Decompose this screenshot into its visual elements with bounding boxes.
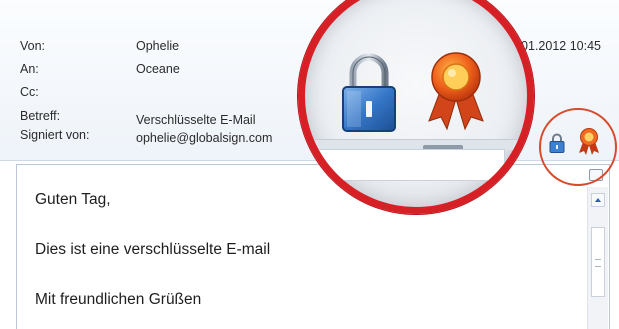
closing-line: Mit freundlichen Grüßen: [35, 291, 202, 308]
signed-by-value[interactable]: ophelie@globalsign.com: [136, 131, 272, 145]
magnifier-lens: [298, 0, 534, 214]
magnified-body-edge: [313, 149, 505, 181]
greeting-line: Guten Tag,: [35, 191, 111, 208]
padlock-icon-magnified: [342, 53, 396, 132]
from-value[interactable]: Ophelie: [136, 39, 179, 53]
scroll-up-arrow-icon[interactable]: [591, 193, 605, 207]
email-reader-window: Von: Ophelie An: Oceane Cc: Betreff: Ver…: [0, 0, 619, 329]
vertical-scrollbar[interactable]: [587, 187, 608, 329]
certificate-seal-icon[interactable]: [576, 126, 602, 156]
to-value[interactable]: Oceane: [136, 62, 180, 76]
padlock-icon[interactable]: [548, 132, 566, 154]
signed-by-label: Signiert von:: [20, 128, 90, 142]
cc-label: Cc:: [20, 85, 39, 99]
subject-value: Verschlüsselte E-Mail: [136, 113, 256, 127]
scroll-thumb[interactable]: [591, 227, 605, 297]
scroll-grip-icon: [595, 259, 601, 267]
subject-label: Betreff:: [20, 109, 61, 123]
from-label: Von:: [20, 39, 46, 53]
to-label: An:: [20, 62, 39, 76]
body-line: Dies ist eine verschlüsselte E-mail: [35, 241, 271, 258]
certificate-seal-icon-magnified: [428, 52, 484, 131]
